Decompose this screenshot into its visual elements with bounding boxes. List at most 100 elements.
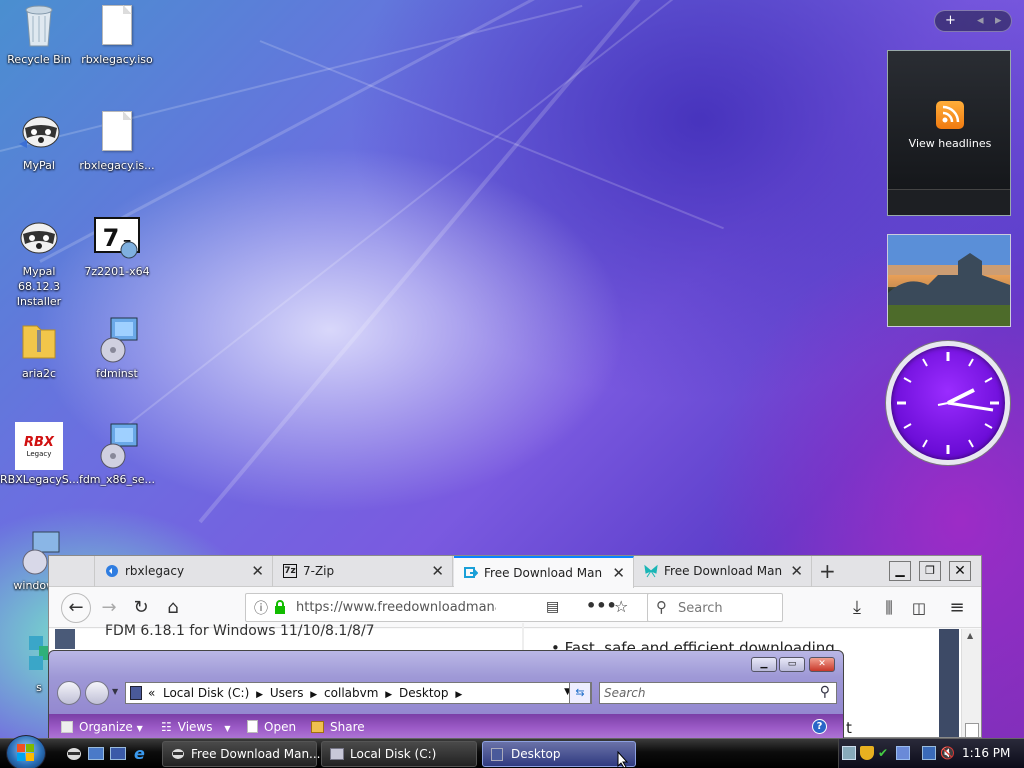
slideshow-gadget[interactable] (887, 234, 1011, 336)
tray-volume-muted-icon[interactable]: 🔇 (940, 746, 955, 760)
tray-server-icon[interactable] (842, 746, 856, 760)
breadcrumb-separator-icon[interactable]: ▶ (455, 690, 462, 700)
taskbar-button-local-disk[interactable]: Local Disk (C:) (321, 741, 477, 767)
new-tab-button[interactable]: + (819, 559, 836, 583)
desktop-icon-mypal[interactable]: MyPal (0, 108, 78, 173)
breadcrumb-collabvm[interactable]: collabvm (324, 686, 378, 700)
desktop-icon-fdminst[interactable]: fdminst (78, 316, 156, 381)
forward-button[interactable]: → (95, 594, 123, 622)
tab-title: rbxlegacy (125, 564, 185, 578)
desktop-icon-mypal-installer[interactable]: Mypal 68.12.3 Installer (0, 214, 78, 309)
desktop-icon-label: rbxlegacy.iso (81, 53, 153, 66)
refresh-icon[interactable]: ⇆ (569, 682, 591, 704)
desktop-icon-label: fdm_x86_se... (78, 473, 156, 486)
share-button[interactable]: Share (311, 720, 365, 734)
internet-explorer-icon[interactable]: e (134, 744, 145, 763)
explorer-maximize-button[interactable]: ▭ (779, 657, 805, 672)
tab-title: Free Download Manag (484, 566, 602, 580)
breadcrumb-separator-icon[interactable]: ▶ (385, 690, 392, 700)
explorer-search-input[interactable]: Search ⚲ (599, 682, 837, 704)
desktop-icon-aria2c[interactable]: aria2c (0, 316, 78, 381)
scroll-up-arrow-icon[interactable]: ▲ (967, 631, 973, 640)
back-button[interactable]: ← (61, 593, 91, 623)
taskbar-button-desktop[interactable]: Desktop (482, 741, 636, 767)
desktop-icon-rbxlegacy-iso[interactable]: rbxlegacy.iso (78, 2, 156, 67)
tray-security-shield-icon[interactable] (860, 746, 874, 760)
vertical-scrollbar[interactable]: ▲ (961, 629, 981, 737)
desktop-icon-fdm-x86-setup[interactable]: fdm_x86_se... (78, 422, 156, 487)
breadcrumb-separator-icon[interactable]: ▶ (310, 690, 317, 700)
mouse-cursor-icon (617, 750, 629, 768)
desktop-icon-recycle-bin[interactable]: Recycle Bin (0, 2, 78, 67)
site-info-icon[interactable]: ⓘ (254, 598, 268, 618)
breadcrumb-overflow[interactable]: « (148, 686, 155, 700)
reader-view-icon[interactable]: ▤ (546, 599, 559, 615)
fdm-butterfly-favicon-icon (644, 564, 658, 578)
maximize-button[interactable]: ❐ (919, 561, 941, 581)
scrollbar-thumb[interactable] (965, 723, 979, 737)
tab-free-download-manager[interactable]: Free Download Manag ✕ (634, 556, 812, 587)
page-actions-icon[interactable]: ••• (586, 596, 617, 615)
sidebar-next-button[interactable]: ▸ (995, 13, 1002, 28)
downloads-icon[interactable]: ⤓ (843, 594, 871, 622)
tab-close-icon[interactable]: ✕ (790, 562, 803, 580)
switch-windows-icon[interactable] (110, 747, 126, 760)
reload-icon[interactable]: ↻ (127, 594, 155, 622)
breadcrumb-desktop[interactable]: Desktop (399, 686, 449, 700)
library-icon[interactable]: ⫼ (875, 594, 903, 622)
tray-windows-icon[interactable] (896, 746, 910, 760)
tab-rbxlegacy[interactable]: rbxlegacy ✕ (95, 556, 273, 587)
desktop-icon-label: RBXLegacyS... (0, 473, 78, 486)
taskbar-button-free-download-manager[interactable]: Free Download Man... (162, 741, 321, 767)
tab-close-icon[interactable]: ✕ (612, 564, 625, 582)
tray-checkmark-icon[interactable]: ✔ (878, 746, 892, 760)
tab-free-download-manager-active[interactable]: Free Download Manag ✕ (454, 556, 634, 588)
address-bar[interactable]: « Local Disk (C:) ▶ Users ▶ collabvm ▶ D… (125, 682, 592, 704)
explorer-minimize-button[interactable]: ▁ (751, 657, 777, 672)
sidebar-prev-button[interactable]: ◂ (977, 13, 984, 28)
file-icon (93, 108, 141, 156)
sidebar-add-button[interactable]: + (945, 13, 956, 28)
menu-icon[interactable]: ≡ (943, 594, 971, 622)
home-icon[interactable]: ⌂ (159, 594, 187, 622)
explorer-back-button[interactable] (57, 681, 81, 705)
desktop-icon-rbx-legacy[interactable]: RBX Legacy RBXLegacyS... (0, 422, 78, 487)
start-button[interactable] (6, 735, 46, 768)
breadcrumb-users[interactable]: Users (270, 686, 304, 700)
close-button[interactable]: ✕ (949, 561, 971, 581)
svg-text:7: 7 (103, 224, 120, 252)
explorer-forward-button[interactable] (85, 681, 109, 705)
help-icon[interactable]: ? (812, 719, 827, 734)
desktop-icon-7zip-installer[interactable]: 7z 7z2201-x64 (78, 214, 156, 279)
tray-network-icon[interactable] (922, 746, 936, 760)
tab-close-icon[interactable]: ✕ (431, 562, 444, 580)
quicklaunch-mypal-icon[interactable] (66, 747, 82, 761)
tab-close-icon[interactable]: ✕ (251, 562, 264, 580)
feed-headlines-gadget[interactable]: View headlines (887, 50, 1011, 216)
sidebar-toggle-icon[interactable]: ◫ (905, 594, 933, 622)
tab-7zip[interactable]: 7z 7-Zip ✕ (273, 556, 453, 587)
share-label: Share (330, 720, 365, 734)
minimize-button[interactable]: ▁ (889, 561, 911, 581)
search-input[interactable]: ⚲ Search (647, 593, 783, 622)
explorer-close-button[interactable]: ✕ (809, 657, 835, 672)
taskbar-clock[interactable]: 1:16 PM (962, 746, 1010, 760)
view-headlines-label[interactable]: View headlines (888, 137, 1012, 150)
clock-face (897, 352, 999, 454)
organize-button[interactable]: Organize ▼ (61, 720, 143, 734)
explorer-search-icon[interactable]: ⚲ (820, 684, 830, 700)
desktop-icon-rbxlegacy-is[interactable]: rbxlegacy.is... (78, 108, 156, 173)
7zip-favicon-icon: 7z (283, 564, 297, 578)
show-desktop-icon[interactable] (88, 747, 104, 760)
open-button[interactable]: Open (247, 720, 296, 734)
views-button[interactable]: ☷ Views ▼ (161, 720, 230, 734)
breadcrumb-separator-icon[interactable]: ▶ (256, 690, 263, 700)
organize-label: Organize (79, 720, 133, 734)
bookmark-star-icon[interactable]: ☆ (614, 597, 628, 616)
recent-pages-chevron-icon[interactable]: ▼ (112, 687, 118, 696)
zip-folder-icon (15, 316, 63, 364)
url-bar[interactable]: ⓘ https://www.freedownloadmanage ▤ ••• ☆ (245, 593, 683, 622)
breadcrumb-local-disk[interactable]: Local Disk (C:) (163, 686, 249, 700)
page-right-panel (939, 629, 959, 737)
analog-clock-gadget[interactable] (886, 341, 1010, 465)
